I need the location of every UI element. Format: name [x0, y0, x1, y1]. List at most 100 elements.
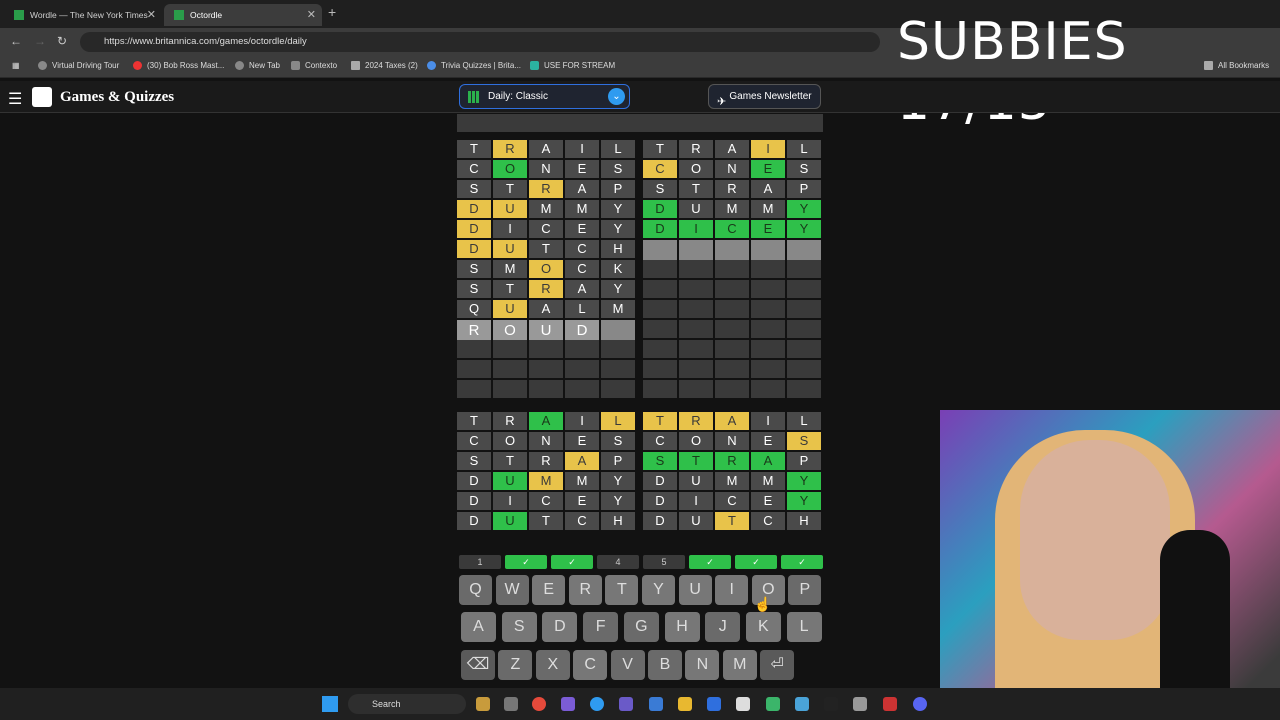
mail-icon[interactable]: [707, 697, 721, 711]
key-u[interactable]: U: [678, 575, 712, 605]
key-enter[interactable]: ⏎: [760, 650, 795, 680]
bookmark-item[interactable]: (30) Bob Ross Mast...: [133, 61, 224, 70]
current-guess-tile: [787, 240, 821, 262]
empty-tile: [751, 320, 785, 338]
key-t[interactable]: T: [605, 575, 639, 605]
britannica-logo[interactable]: [32, 87, 52, 107]
key-z[interactable]: Z: [498, 650, 533, 680]
tab-octordle[interactable]: Octordle ✕: [164, 4, 322, 26]
reload-icon[interactable]: ↻: [57, 34, 67, 48]
app-icon[interactable]: [476, 697, 490, 711]
key-s[interactable]: S: [501, 612, 537, 642]
key-m[interactable]: M: [722, 650, 757, 680]
close-tab-icon[interactable]: ✕: [307, 8, 316, 21]
board-status-1[interactable]: 1: [459, 555, 501, 569]
bookmark-item[interactable]: USE FOR STREAM: [530, 61, 615, 70]
store-icon[interactable]: [736, 697, 750, 711]
key-b[interactable]: B: [648, 650, 682, 680]
app-icon[interactable]: [504, 697, 518, 711]
app-icon[interactable]: [619, 697, 633, 711]
board-status-5[interactable]: 5: [643, 555, 685, 569]
bookmark-item[interactable]: Trivia Quizzes | Brita...: [427, 61, 521, 70]
bookmark-item[interactable]: 2024 Taxes (2): [351, 61, 418, 70]
empty-tile: [679, 320, 713, 338]
key-r[interactable]: R: [568, 575, 602, 605]
key-j[interactable]: J: [705, 612, 741, 642]
empty-tile: [787, 320, 821, 338]
bookmark-item[interactable]: Contexto: [291, 61, 337, 70]
url-field[interactable]: https://www.britannica.com/games/octordl…: [80, 32, 880, 52]
tile: D: [643, 512, 677, 530]
tile: S: [457, 180, 491, 198]
tile: S: [457, 260, 491, 278]
bookmark-item[interactable]: New Tab: [235, 61, 280, 70]
board-status-2[interactable]: ✓: [505, 555, 547, 569]
key-l[interactable]: L: [786, 612, 822, 642]
key-a[interactable]: A: [461, 612, 496, 642]
tile: U: [493, 472, 527, 490]
new-tab-button[interactable]: +: [328, 4, 336, 20]
empty-tile: [643, 320, 677, 338]
key-e[interactable]: E: [532, 575, 566, 605]
discord-icon[interactable]: [913, 697, 927, 711]
app-icon[interactable]: [853, 697, 867, 711]
tile: A: [529, 300, 563, 318]
key-w[interactable]: W: [495, 575, 529, 605]
daily-mode-select[interactable]: Daily: Classic ⌄: [459, 84, 630, 109]
chrome-icon[interactable]: [532, 697, 546, 711]
tab-title: Wordle — The New York Times: [30, 10, 148, 20]
key-f[interactable]: F: [583, 612, 619, 642]
tile: A: [565, 452, 599, 470]
app-icon[interactable]: [561, 697, 575, 711]
app-icon[interactable]: [649, 697, 663, 711]
site-brand[interactable]: Games & Quizzes: [60, 89, 174, 106]
board-top-strip: [457, 114, 823, 132]
key-backspace[interactable]: ⌫: [461, 650, 495, 680]
wordle-favicon-icon: [14, 10, 24, 20]
bookmark-item[interactable]: Virtual Driving Tour: [38, 61, 119, 70]
windows-start-icon[interactable]: [322, 696, 338, 712]
close-tab-icon[interactable]: ✕: [147, 8, 156, 21]
key-p[interactable]: P: [788, 575, 822, 605]
apps-grid-icon[interactable]: ▦: [12, 61, 20, 70]
key-q[interactable]: Q: [459, 575, 492, 605]
taskbar-search[interactable]: Search: [348, 694, 466, 714]
empty-tile: [457, 360, 491, 378]
tile: R: [715, 452, 749, 470]
tile: A: [751, 180, 785, 198]
key-i[interactable]: I: [715, 575, 749, 605]
key-y[interactable]: Y: [642, 575, 675, 605]
key-d[interactable]: D: [542, 612, 578, 642]
key-n[interactable]: N: [685, 650, 720, 680]
back-arrow-icon[interactable]: ←: [10, 34, 22, 48]
key-x[interactable]: X: [535, 650, 570, 680]
games-newsletter-button[interactable]: ✈ Games Newsletter: [708, 84, 821, 109]
key-g[interactable]: G: [623, 612, 659, 642]
current-guess-tile: [679, 240, 713, 262]
app-icon[interactable]: [766, 697, 780, 711]
edge-icon[interactable]: [590, 697, 604, 711]
key-c[interactable]: C: [573, 650, 608, 680]
empty-tile: [679, 380, 713, 398]
empty-tile: [643, 380, 677, 398]
tab-wordle[interactable]: Wordle — The New York Times ✕: [4, 4, 162, 26]
board-status-3[interactable]: ✓: [551, 555, 593, 569]
taskbar-search-label: Search: [372, 699, 401, 709]
app-icon[interactable]: [883, 697, 897, 711]
app-icon[interactable]: [824, 697, 838, 711]
key-h[interactable]: H: [664, 612, 700, 642]
key-k[interactable]: K: [745, 612, 781, 642]
board-status-8[interactable]: ✓: [781, 555, 823, 569]
folder-icon[interactable]: [678, 697, 692, 711]
empty-tile: [457, 340, 491, 358]
board-status-6[interactable]: ✓: [689, 555, 731, 569]
app-icon[interactable]: [795, 697, 809, 711]
tile: D: [643, 472, 677, 490]
board-status-7[interactable]: ✓: [735, 555, 777, 569]
board-status-4[interactable]: 4: [597, 555, 639, 569]
forward-arrow-icon[interactable]: →: [34, 34, 46, 48]
menu-icon[interactable]: ☰: [8, 89, 22, 109]
tab-title: Octordle: [190, 10, 223, 20]
key-v[interactable]: V: [610, 650, 645, 680]
tile: Y: [601, 200, 635, 218]
